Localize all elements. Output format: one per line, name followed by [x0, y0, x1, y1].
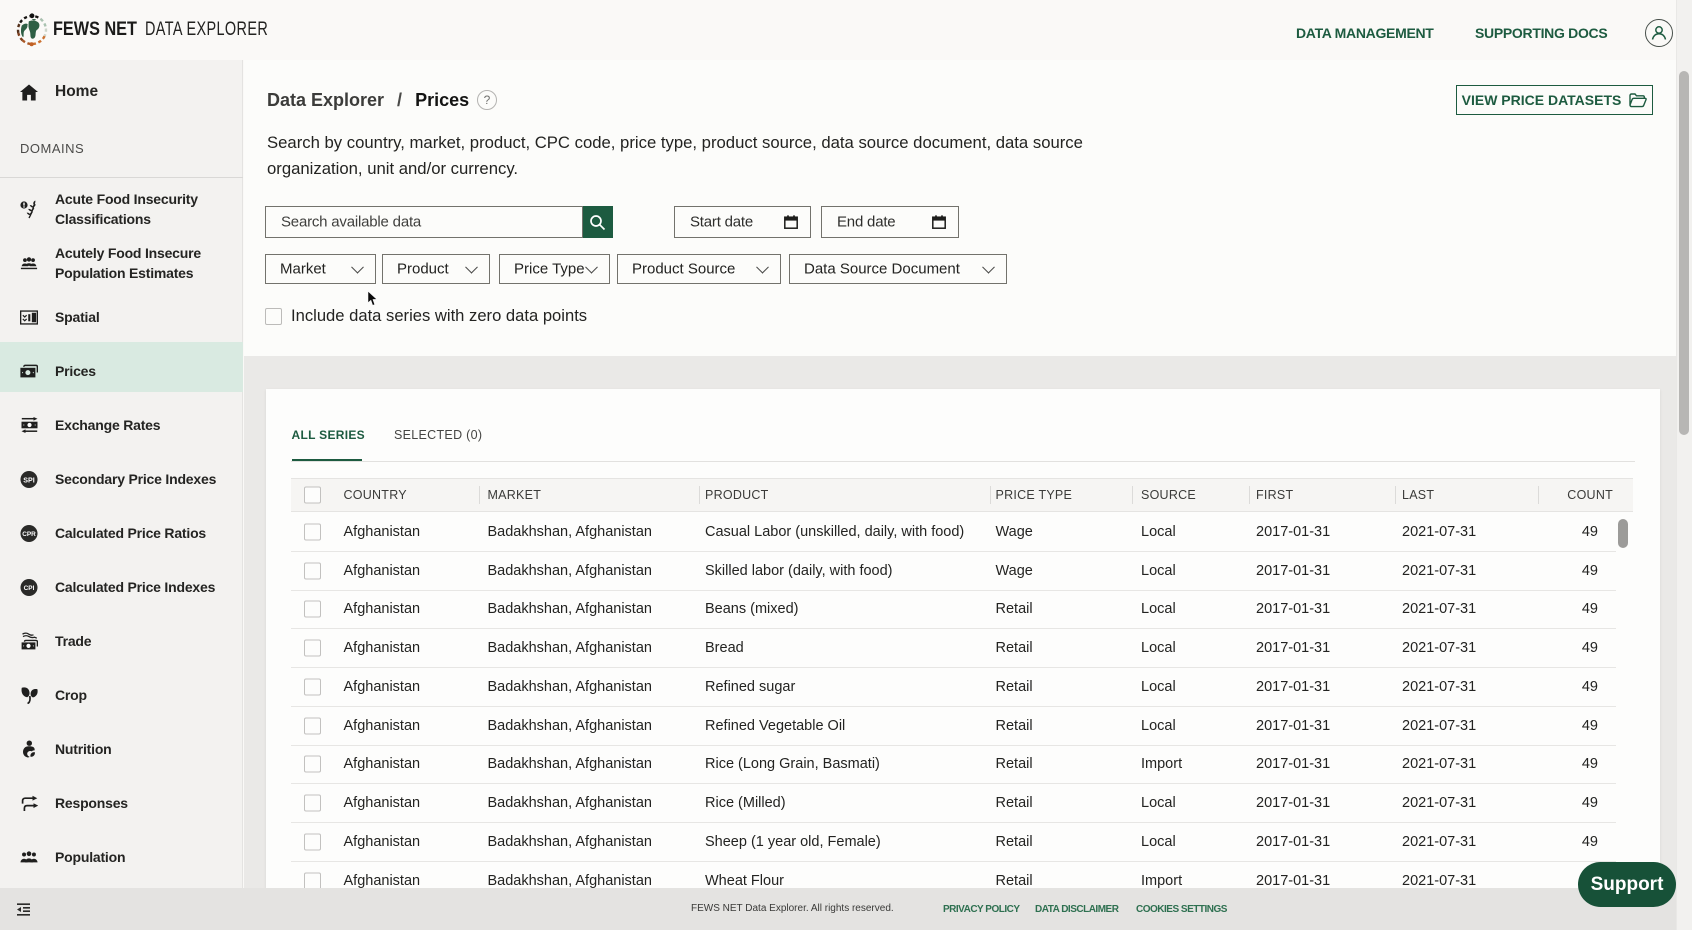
svg-text:SPI: SPI — [23, 476, 34, 484]
svg-text:CPI: CPI — [24, 585, 35, 592]
svg-text:CPR: CPR — [22, 531, 36, 538]
